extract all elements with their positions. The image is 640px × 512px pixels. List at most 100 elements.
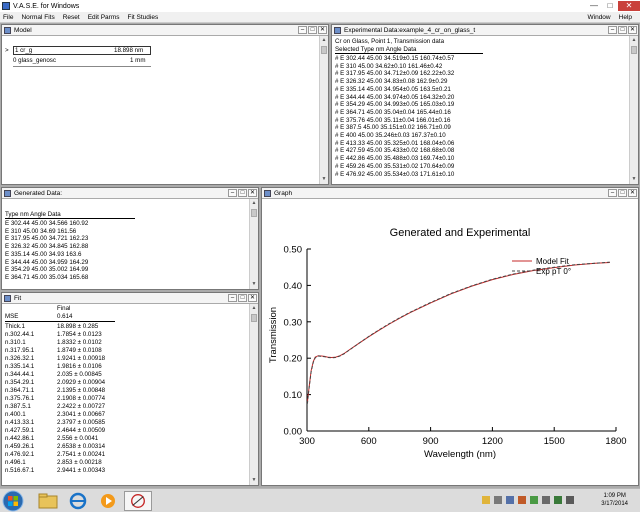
update-icon[interactable] xyxy=(518,496,526,504)
maximize-button[interactable]: □ xyxy=(238,189,247,197)
experimental-row[interactable]: # E 442.86 45.00 35.488±0.03 169.74±0.10 xyxy=(335,155,454,162)
fit-param-name[interactable]: n.344.44.1 xyxy=(5,371,34,378)
fit-param-name[interactable]: n.354.29.1 xyxy=(5,379,34,386)
folder-icon[interactable] xyxy=(34,491,62,511)
menu-window[interactable]: Window xyxy=(588,14,611,21)
experimental-row[interactable]: # E 364.71 45.00 35.04±0.04 165.44±0.16 xyxy=(335,109,451,116)
close-button[interactable]: ✕ xyxy=(628,26,637,34)
menu-help[interactable]: Help xyxy=(619,14,632,21)
maximize-button[interactable]: □ xyxy=(238,294,247,302)
fit-param-name[interactable]: Thick.1 xyxy=(5,323,25,330)
generated-row[interactable]: E 335.14 45.00 34.93 163.6 xyxy=(5,251,81,258)
fit-param-name[interactable]: n.516.67.1 xyxy=(5,467,34,474)
fit-param-name[interactable]: n.335.14.1 xyxy=(5,363,34,370)
experimental-row[interactable]: # E 344.44 45.00 34.974±0.05 164.32±0.20 xyxy=(335,94,454,101)
scroll-thumb[interactable] xyxy=(251,314,257,322)
experimental-row[interactable]: # E 387.5 45.00 35.151±0.02 166.71±0.09 xyxy=(335,124,451,131)
maximize-button[interactable]: □ xyxy=(602,1,618,11)
minimize-button[interactable]: – xyxy=(228,294,237,302)
minimize-button[interactable]: – xyxy=(608,26,617,34)
experimental-row[interactable]: # E 310 45.00 34.62±0.10 161.46±0.42 xyxy=(335,63,442,70)
vase-app-icon[interactable] xyxy=(124,491,152,511)
experimental-row[interactable]: # E 427.59 45.00 35.433±0.02 168.68±0.08 xyxy=(335,147,454,154)
minimize-button[interactable]: – xyxy=(228,189,237,197)
generated-row[interactable]: E 302.44 45.00 34.566 160.92 xyxy=(5,220,88,227)
close-button[interactable]: ✕ xyxy=(618,1,640,11)
experimental-row[interactable]: # E 375.76 45.00 35.11±0.04 166.01±0.16 xyxy=(335,117,450,124)
generated-row[interactable]: E 310 45.00 34.69 161.56 xyxy=(5,228,76,235)
model-scrollbar[interactable]: ▲ ▼ xyxy=(319,36,328,184)
experimental-row[interactable]: # E 413.33 45.00 35.325±0.01 168.04±0.06 xyxy=(335,140,454,147)
maximize-button[interactable]: □ xyxy=(618,189,627,197)
scroll-thumb[interactable] xyxy=(321,46,327,54)
menu-file[interactable]: File xyxy=(3,14,13,21)
start-button[interactable] xyxy=(2,490,24,512)
menu-reset[interactable]: Reset xyxy=(63,14,80,21)
scroll-up-arrow-icon[interactable]: ▲ xyxy=(630,36,638,45)
experimental-row[interactable]: # E 317.95 45.00 34.712±0.09 162.22±0.32 xyxy=(335,70,454,77)
experimental-row[interactable]: # E 400 45.00 35.246±0.03 167.37±0.10 xyxy=(335,132,446,139)
menu-edit-parms[interactable]: Edit Parms xyxy=(88,14,120,21)
scroll-down-arrow-icon[interactable]: ▼ xyxy=(320,175,328,184)
browser-icon[interactable] xyxy=(64,491,92,511)
fit-param-name[interactable]: n.317.95.1 xyxy=(5,347,34,354)
model-substrate-name[interactable]: 0 glass_genosc xyxy=(13,57,56,64)
generated-scrollbar[interactable]: ▲ ▼ xyxy=(249,199,258,289)
maximize-button[interactable]: □ xyxy=(308,26,317,34)
fit-param-name[interactable]: n.364.71.1 xyxy=(5,387,34,394)
fit-param-name[interactable]: n.387.5.1 xyxy=(5,403,31,410)
generated-row[interactable]: E 354.29 45.00 35.002 164.99 xyxy=(5,266,88,273)
menu-fit-studies[interactable]: Fit Studies xyxy=(128,14,159,21)
close-button[interactable]: ✕ xyxy=(248,294,257,302)
scroll-up-arrow-icon[interactable]: ▲ xyxy=(250,304,258,313)
minimize-button[interactable]: – xyxy=(608,189,617,197)
shield-icon[interactable] xyxy=(506,496,514,504)
generated-row[interactable]: E 344.44 45.00 34.959 164.29 xyxy=(5,259,88,266)
experimental-row[interactable]: # E 354.29 45.00 34.993±0.05 165.03±0.19 xyxy=(335,101,454,108)
volume-icon[interactable] xyxy=(566,496,574,504)
fit-param-name[interactable]: n.427.59.1 xyxy=(5,427,34,434)
fit-param-name[interactable]: n.310.1 xyxy=(5,339,26,346)
network-icon[interactable] xyxy=(494,496,502,504)
fit-param-name[interactable]: n.375.76.1 xyxy=(5,395,34,402)
generated-row[interactable]: E 364.71 45.00 35.034 165.68 xyxy=(5,274,88,281)
fit-param-name[interactable]: n.442.86.1 xyxy=(5,435,34,442)
minimize-button[interactable]: — xyxy=(586,1,602,11)
power-icon[interactable] xyxy=(530,496,538,504)
experimental-row[interactable]: # E 459.26 45.00 35.531±0.02 170.64±0.09 xyxy=(335,163,454,170)
system-clock[interactable]: 1:09 PM 3/17/2014 xyxy=(601,492,628,508)
close-button[interactable]: ✕ xyxy=(628,189,637,197)
scroll-down-arrow-icon[interactable]: ▼ xyxy=(250,280,258,289)
flag-icon[interactable] xyxy=(482,496,490,504)
close-button[interactable]: ✕ xyxy=(318,26,327,34)
experimental-scrollbar[interactable]: ▲ ▼ xyxy=(629,36,638,184)
fit-param-name[interactable]: n.496.1 xyxy=(5,459,26,466)
model-row[interactable]: > xyxy=(5,47,9,54)
battery-icon[interactable] xyxy=(554,496,562,504)
menu-normal-fits[interactable]: Normal Fits xyxy=(21,14,54,21)
scroll-down-arrow-icon[interactable]: ▼ xyxy=(250,476,258,485)
scroll-thumb[interactable] xyxy=(631,46,637,54)
experimental-row[interactable]: # E 302.44 45.00 34.519±0.15 160.74±0.57 xyxy=(335,55,454,62)
fit-param-name[interactable]: n.413.33.1 xyxy=(5,419,34,426)
experimental-row[interactable]: # E 326.32 45.00 34.83±0.08 162.9±0.29 xyxy=(335,78,447,85)
media-player-icon[interactable] xyxy=(94,491,122,511)
generated-row[interactable]: E 326.32 45.00 34.845 162.88 xyxy=(5,243,88,250)
experimental-row[interactable]: # E 335.14 45.00 34.954±0.05 163.5±0.21 xyxy=(335,86,451,93)
experimental-row[interactable]: # E 476.92 45.00 35.534±0.03 171.61±0.10 xyxy=(335,171,454,178)
scroll-up-arrow-icon[interactable]: ▲ xyxy=(320,36,328,45)
fit-param-name[interactable]: n.476.92.1 xyxy=(5,451,34,458)
minimize-button[interactable]: – xyxy=(298,26,307,34)
maximize-button[interactable]: □ xyxy=(618,26,627,34)
scroll-up-arrow-icon[interactable]: ▲ xyxy=(250,199,258,208)
scroll-thumb[interactable] xyxy=(251,209,257,217)
printer-icon[interactable] xyxy=(542,496,550,504)
fit-scrollbar[interactable]: ▲ ▼ xyxy=(249,304,258,485)
fit-param-name[interactable]: n.400.1 xyxy=(5,411,26,418)
fit-param-name[interactable]: n.459.26.1 xyxy=(5,443,34,450)
fit-param-name[interactable]: n.326.32.1 xyxy=(5,355,34,362)
fit-param-name[interactable]: n.302.44.1 xyxy=(5,331,34,338)
scroll-down-arrow-icon[interactable]: ▼ xyxy=(630,175,638,184)
close-button[interactable]: ✕ xyxy=(248,189,257,197)
generated-row[interactable]: E 317.95 45.00 34.721 162.23 xyxy=(5,235,88,242)
